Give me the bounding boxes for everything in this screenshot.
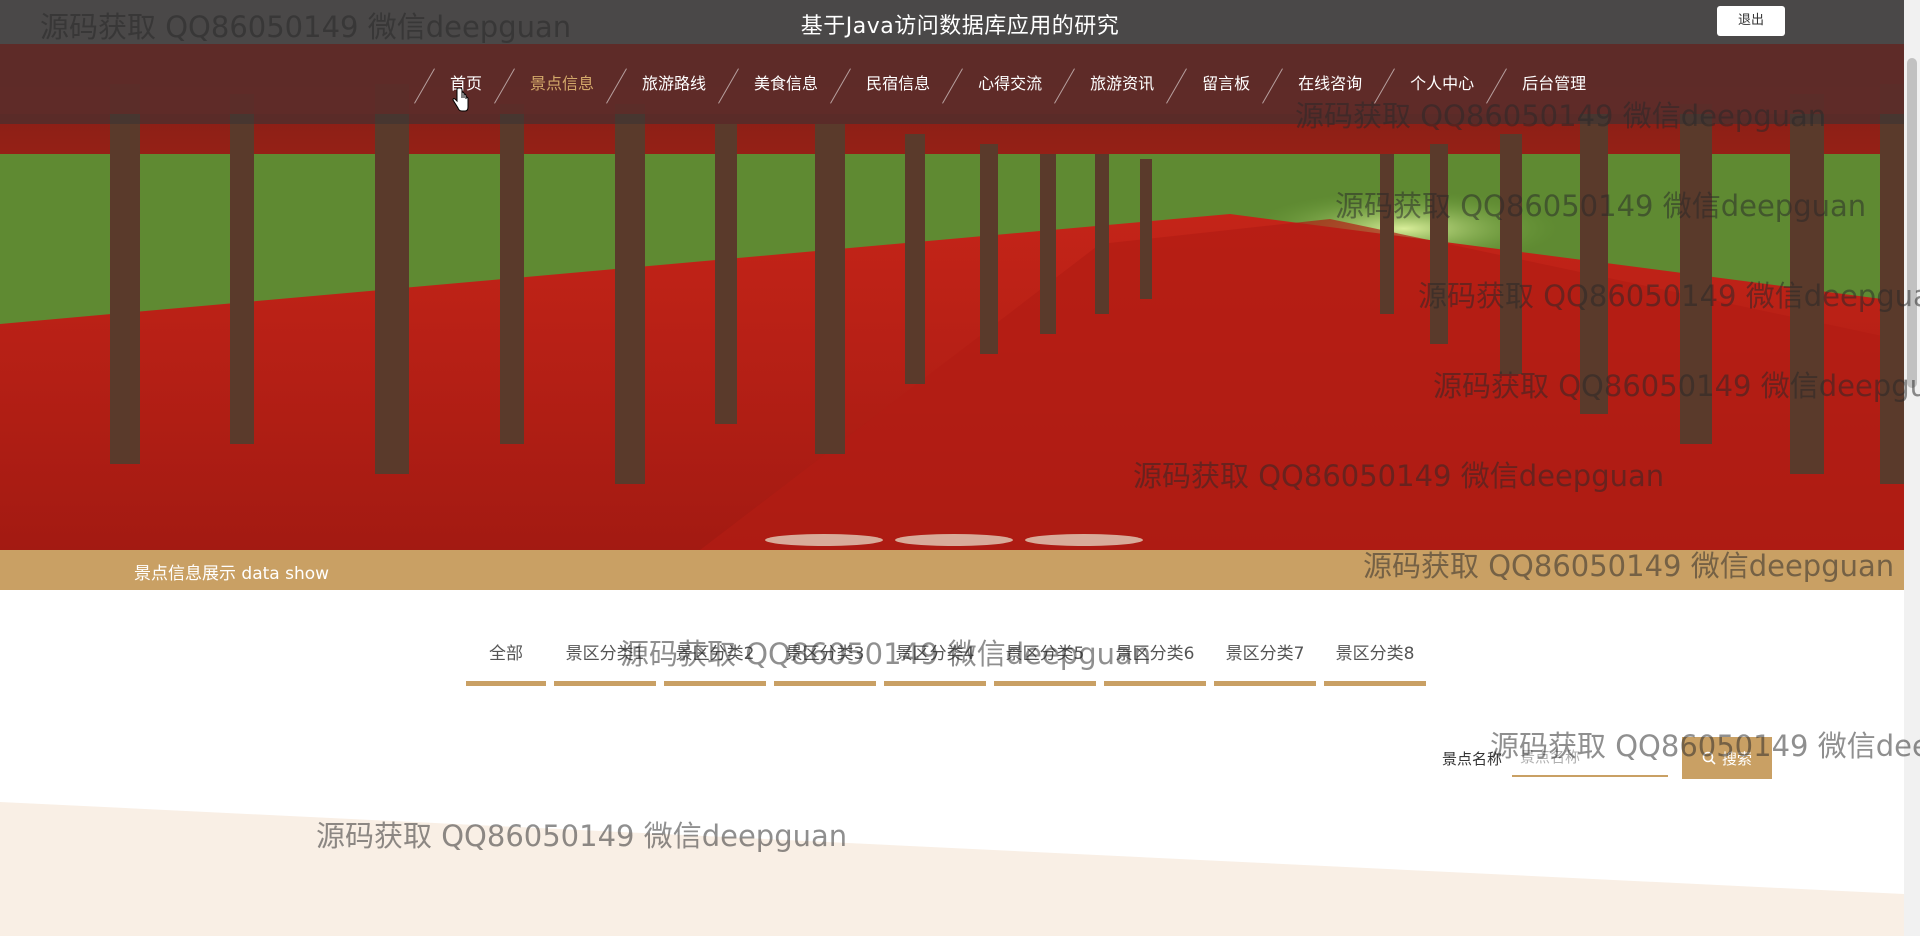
nav-item[interactable]: 在线咨询 — [1268, 44, 1380, 124]
category-tabs: 全部 景区分类1 景区分类2 景区分类3 景区分类4 景区分类5 景区分类6 景区分类7 景区分… — [466, 636, 1426, 686]
nav-item[interactable]: 旅游路线 — [612, 44, 724, 124]
search-input[interactable] — [1512, 739, 1669, 777]
category-tab[interactable]: 景区分类6 — [1104, 636, 1206, 686]
nav-item[interactable]: 首页 — [420, 44, 500, 124]
carousel-dot-1[interactable] — [765, 534, 883, 546]
category-tab[interactable]: 全部 — [466, 636, 546, 686]
carousel-dots — [765, 534, 1143, 546]
nav-item[interactable]: 心得交流 — [948, 44, 1060, 124]
nav-item[interactable]: 留言板 — [1172, 44, 1268, 124]
category-tab[interactable]: 景区分类4 — [884, 636, 986, 686]
top-bar: 基于Java访问数据库应用的研究 退出 — [0, 0, 1920, 44]
nav-item[interactable]: 美食信息 — [724, 44, 836, 124]
category-tab[interactable]: 景区分类7 — [1214, 636, 1316, 686]
nav-item[interactable]: 个人中心 — [1380, 44, 1492, 124]
category-tab[interactable]: 景区分类2 — [664, 636, 766, 686]
category-tab[interactable]: 景区分类8 — [1324, 636, 1426, 686]
logout-button[interactable]: 退出 — [1717, 6, 1785, 36]
site-title: 基于Java访问数据库应用的研究 — [800, 14, 1120, 39]
main-nav: 首页 景点信息 旅游路线 美食信息 民宿信息 心得交流 旅游资讯 留言板 在线咨询 个人中心 后台管… — [0, 44, 1920, 124]
scrollbar-thumb[interactable] — [1907, 58, 1917, 388]
content-background — [0, 802, 1904, 936]
search-area: 景点名称 搜索 — [1442, 737, 1773, 779]
nav-item[interactable]: 旅游资讯 — [1060, 44, 1172, 124]
carousel-dot-3[interactable] — [1025, 534, 1143, 546]
category-tab[interactable]: 景区分类3 — [774, 636, 876, 686]
hand-cursor-icon — [452, 88, 469, 112]
section-title-bar: 景点信息展示 data show — [0, 550, 1904, 590]
nav-item[interactable]: 后台管理 — [1492, 44, 1604, 124]
page-scrollbar[interactable] — [1904, 0, 1920, 936]
category-tab[interactable]: 景区分类1 — [554, 636, 656, 686]
search-icon — [1702, 751, 1716, 765]
section-title: 景点信息展示 data show — [134, 564, 330, 584]
category-tab[interactable]: 景区分类5 — [994, 636, 1096, 686]
search-button[interactable]: 搜索 — [1682, 737, 1773, 779]
nav-list: 首页 景点信息 旅游路线 美食信息 民宿信息 心得交流 旅游资讯 留言板 在线咨询 个人中心 后台管… — [420, 44, 1604, 124]
search-button-label: 搜索 — [1722, 750, 1753, 768]
carousel-dot-2[interactable] — [895, 534, 1013, 546]
search-label: 景点名称 — [1442, 749, 1503, 768]
nav-item[interactable]: 景点信息 — [500, 44, 612, 124]
nav-item[interactable]: 民宿信息 — [836, 44, 948, 124]
